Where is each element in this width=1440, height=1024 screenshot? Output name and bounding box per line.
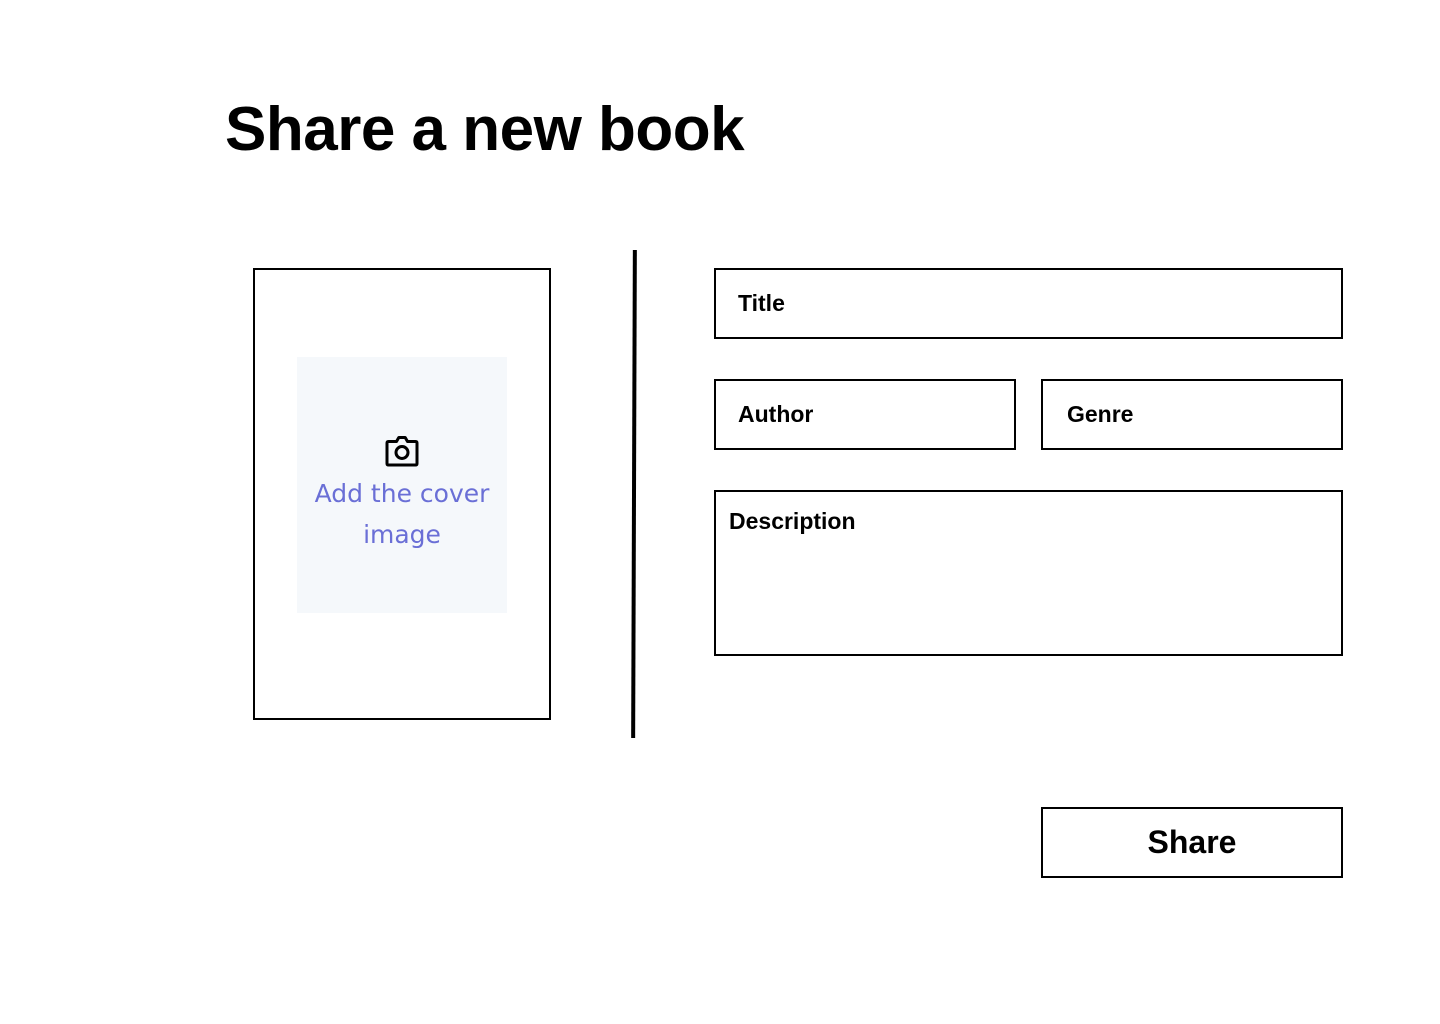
title-input[interactable] — [714, 268, 1343, 339]
genre-input[interactable] — [1041, 379, 1343, 450]
vertical-divider — [631, 250, 637, 738]
description-textarea[interactable] — [714, 490, 1343, 656]
cover-upload-label: Add the cover image — [314, 479, 490, 549]
camera-icon — [385, 436, 419, 467]
share-button[interactable]: Share — [1041, 807, 1343, 878]
author-input[interactable] — [714, 379, 1016, 450]
page-title: Share a new book — [225, 95, 745, 164]
cover-image-upload[interactable]: Add the cover image — [297, 357, 507, 613]
